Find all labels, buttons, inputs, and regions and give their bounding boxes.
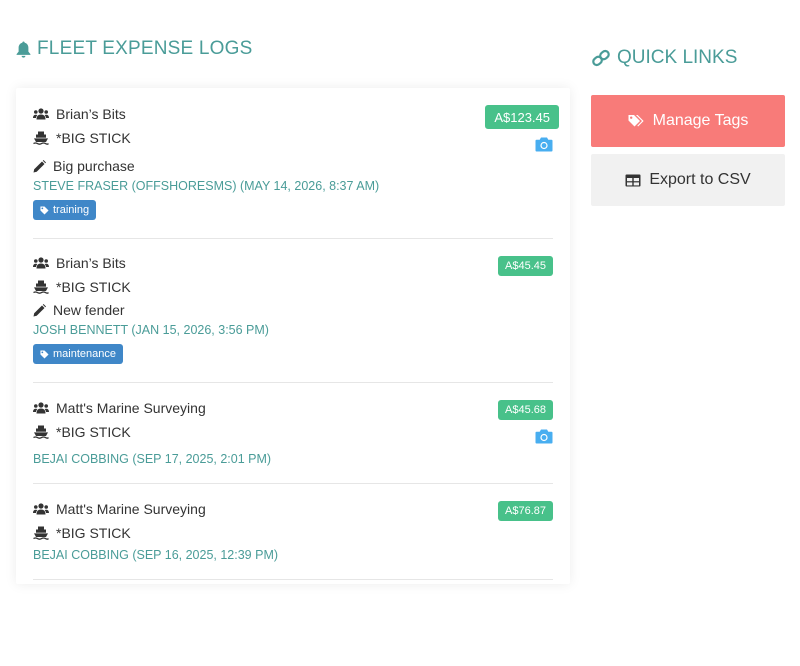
business-name: Matt's Marine Surveying (56, 501, 206, 517)
tag-label: maintenance (53, 348, 116, 360)
business-row: Brian’s Bits (33, 106, 126, 122)
users-icon (33, 257, 49, 269)
expense-log-card: Brian’s Bits *BIG STICK Big purchase STE… (16, 88, 570, 584)
bell-icon (16, 41, 31, 58)
business-name: Matt's Marine Surveying (56, 400, 206, 416)
vessel-name: *BIG STICK (56, 424, 131, 440)
entry-meta: BEJAI COBBING (SEP 16, 2025, 12:39 PM) (33, 548, 279, 562)
expense-description: New fender (53, 302, 125, 318)
business-name: Brian’s Bits (56, 106, 126, 122)
entry-meta: STEVE FRASER (OFFSHORESMS) (MAY 14, 2026… (33, 179, 380, 193)
entry-meta: BEJAI COBBING (SEP 17, 2025, 2:01 PM) (33, 452, 272, 466)
entry-meta: JOSH BENNETT (JAN 15, 2026, 3:56 PM) (33, 323, 269, 337)
entry-divider (33, 579, 553, 580)
business-row: Matt's Marine Surveying (33, 400, 206, 416)
quick-links-title: QUICK LINKS (591, 47, 737, 69)
amount-badge: A$76.87 (498, 501, 553, 521)
users-icon (33, 108, 49, 120)
manage-tags-label: Manage Tags (652, 112, 749, 129)
page: FLEET EXPENSE LOGS Brian’s Bits *BIG STI… (0, 0, 800, 666)
tag-icon (40, 349, 49, 359)
expense-entry[interactable]: Brian’s Bits *BIG STICK New fender JOSH … (33, 238, 553, 382)
vessel-row: *BIG STICK (33, 525, 131, 541)
amount-badge: A$45.45 (498, 256, 553, 276)
description-row: Big purchase (33, 158, 135, 174)
users-icon (33, 402, 49, 414)
vessel-row: *BIG STICK (33, 424, 131, 440)
ship-icon (33, 425, 49, 439)
camera-icon[interactable] (535, 429, 553, 444)
business-row: Matt's Marine Surveying (33, 501, 206, 517)
expense-entry[interactable]: Brian’s Bits *BIG STICK Big purchase STE… (33, 88, 559, 238)
quick-links-title-text: QUICK LINKS (617, 47, 738, 68)
tag-badge[interactable]: maintenance (33, 344, 123, 364)
vessel-row: *BIG STICK (33, 130, 131, 146)
expense-description: Big purchase (53, 158, 135, 174)
ship-icon (33, 131, 49, 145)
amount-badge: A$123.45 (485, 105, 559, 129)
logs-title-text: FLEET EXPENSE LOGS (37, 38, 253, 59)
table-icon (625, 174, 641, 186)
amount-badge: A$45.68 (498, 400, 553, 420)
pencil-icon (33, 303, 46, 316)
logs-title: FLEET EXPENSE LOGS (16, 38, 253, 60)
vessel-name: *BIG STICK (56, 130, 131, 146)
tag-icon (40, 205, 49, 215)
camera-icon[interactable] (535, 137, 553, 152)
vessel-name: *BIG STICK (56, 525, 131, 541)
export-csv-label: Export to CSV (649, 171, 751, 188)
vessel-row: *BIG STICK (33, 279, 131, 295)
tag-badge[interactable]: training (33, 200, 97, 220)
description-row: New fender (33, 302, 125, 318)
expense-entry[interactable]: Matt's Marine Surveying *BIG STICK BEJAI… (33, 483, 553, 579)
pencil-icon (33, 159, 46, 172)
vessel-name: *BIG STICK (56, 279, 131, 295)
ship-icon (33, 280, 49, 294)
business-name: Brian’s Bits (56, 255, 126, 271)
tags-icon (628, 115, 644, 127)
manage-tags-button[interactable]: Manage Tags (591, 95, 785, 147)
link-icon (592, 49, 610, 67)
ship-icon (33, 526, 49, 540)
export-csv-button[interactable]: Export to CSV (591, 154, 785, 206)
tag-label: training (53, 204, 90, 216)
users-icon (33, 503, 49, 515)
business-row: Brian’s Bits (33, 255, 126, 271)
expense-entry[interactable]: Matt's Marine Surveying *BIG STICK BEJAI… (33, 382, 553, 483)
